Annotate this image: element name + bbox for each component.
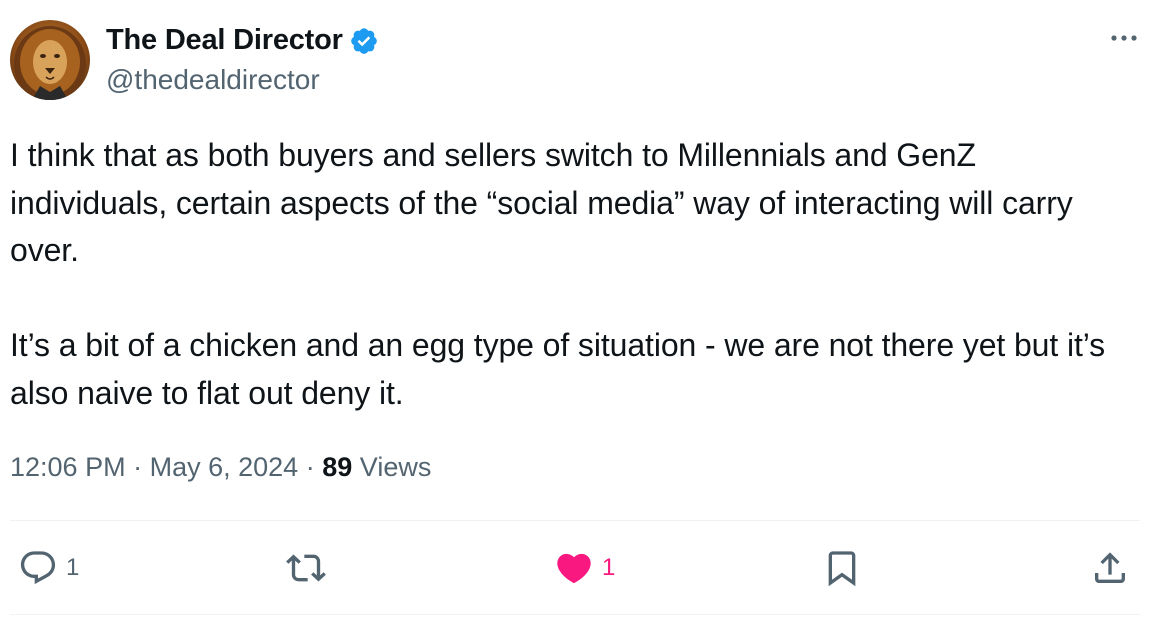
reply-button[interactable]: 1 <box>18 548 79 588</box>
verified-badge-icon <box>350 27 377 54</box>
tweet-date[interactable]: May 6, 2024 <box>150 452 299 482</box>
reply-icon <box>20 551 56 585</box>
bookmark-button[interactable] <box>822 548 862 588</box>
avatar[interactable] <box>10 20 90 100</box>
meta-separator: · <box>133 452 143 482</box>
lion-avatar-image <box>14 26 86 100</box>
tweet-meta: 12:06 PM · May 6, 2024 · 89 Views <box>10 452 431 483</box>
retweet-icon <box>286 554 326 582</box>
share-button[interactable] <box>1090 548 1130 588</box>
bookmark-icon <box>828 551 856 587</box>
display-name[interactable]: The Deal Director <box>106 24 343 57</box>
retweet-button[interactable] <box>286 548 334 588</box>
like-button[interactable]: 1 <box>554 548 615 588</box>
divider-top <box>10 520 1140 521</box>
handle[interactable]: @thedealdirector <box>106 64 320 96</box>
views-count: 89 <box>322 452 353 482</box>
tweet-text: I think that as both buyers and sellers … <box>10 137 1106 411</box>
tweet-time[interactable]: 12:06 PM <box>10 452 126 482</box>
share-icon <box>1095 552 1125 583</box>
views-label: Views <box>359 452 432 482</box>
more-options-icon[interactable] <box>1108 28 1140 48</box>
meta-separator: · <box>305 452 315 482</box>
display-name-row[interactable]: The Deal Director <box>106 24 379 57</box>
divider-bottom <box>10 614 1140 615</box>
like-count: 1 <box>602 554 616 581</box>
heart-icon <box>557 553 591 584</box>
reply-count: 1 <box>66 554 80 581</box>
